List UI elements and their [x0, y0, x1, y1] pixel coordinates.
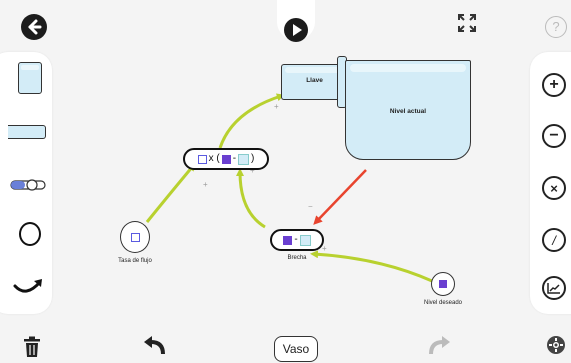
gap-node[interactable]: - [270, 229, 324, 251]
link-gap-to-formula[interactable] [236, 168, 266, 229]
link-formula-to-faucet[interactable] [218, 93, 285, 149]
link-desired-to-gap[interactable] [310, 250, 433, 283]
flow-rate-label: Tasa de flujo [118, 258, 152, 264]
formula-var-flowrate [197, 154, 207, 164]
tank-label: Nivel actual [389, 108, 427, 115]
desired-level-icon [439, 280, 447, 288]
formula-close: ) [251, 153, 255, 164]
flow-rate-icon [130, 232, 140, 242]
sign-minus-gap: − [308, 202, 313, 211]
link-flowrate-to-formula[interactable] [145, 162, 196, 223]
gap-minus: - [294, 234, 298, 245]
sign-plus-gap: + [322, 244, 327, 253]
sign-plus-faucet: + [274, 102, 279, 111]
desired-level-variable[interactable] [431, 272, 455, 296]
link-level-to-gap[interactable] [313, 169, 367, 225]
formula-node[interactable]: x ( - ) [183, 148, 269, 170]
formula-minus: - [232, 153, 237, 164]
formula-text: x ( [208, 153, 220, 164]
formula-var-desired [221, 154, 231, 164]
desired-level-label: Nivel deseado [423, 300, 463, 306]
tank-stock[interactable]: Nivel actual [345, 60, 471, 160]
formula-var-level [238, 153, 250, 165]
sign-plus-formula: + [203, 180, 208, 189]
gap-label: Brecha [287, 255, 307, 261]
gap-var-level [299, 234, 311, 246]
gap-var-desired [283, 235, 293, 245]
flow-rate-variable[interactable] [120, 221, 150, 253]
diagram-links [145, 93, 433, 283]
